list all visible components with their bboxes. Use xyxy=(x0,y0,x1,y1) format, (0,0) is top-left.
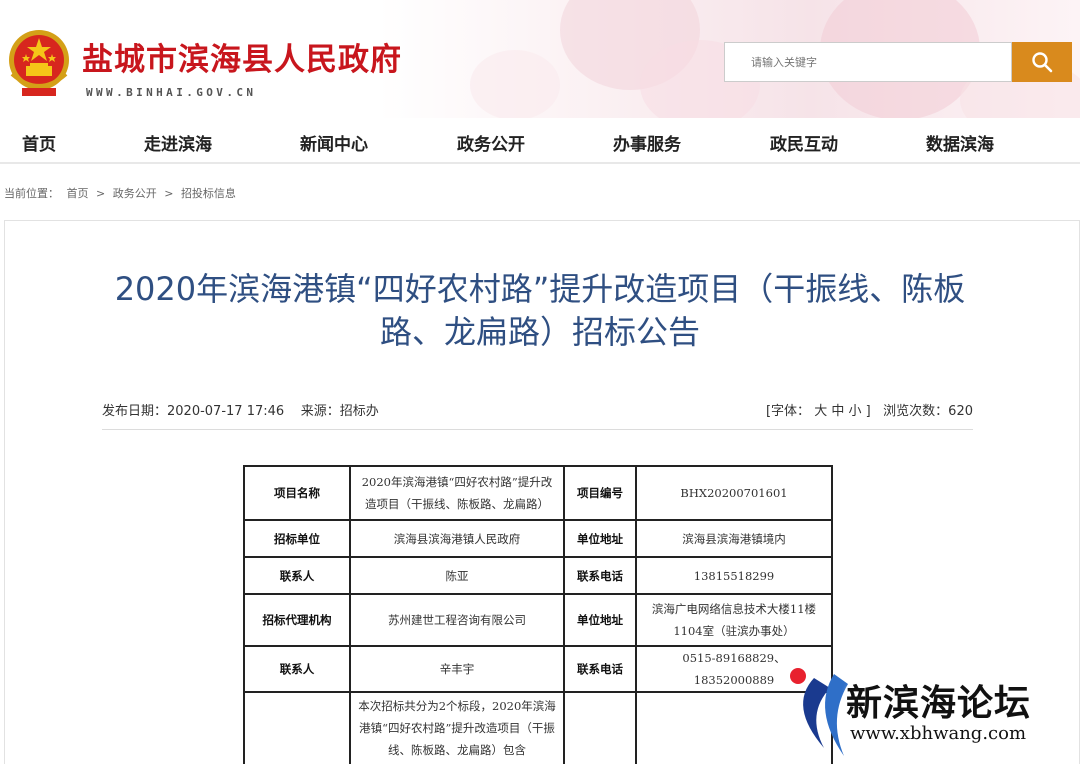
table-cell: BHX20200701601 xyxy=(635,465,833,521)
font-size-close: ] xyxy=(865,404,871,419)
table-cell xyxy=(243,691,351,764)
nav-item-news[interactable]: 新闻中心 xyxy=(300,130,368,155)
table-cell: 联系电话 xyxy=(563,645,637,693)
search-button[interactable] xyxy=(1012,42,1072,82)
national-emblem-icon xyxy=(9,30,69,96)
divider xyxy=(102,429,973,430)
watermark-name: 新滨海论坛 xyxy=(846,683,1032,724)
table-cell: 辛丰宇 xyxy=(349,645,565,693)
article-title: 2020年滨海港镇“四好农村路”提升改造项目（干振线、陈板路、龙扁路）招标公告 xyxy=(114,270,966,351)
views-count: 620 xyxy=(948,404,973,419)
table-row: 招标单位 滨海县滨海港镇人民政府 单位地址 滨海县滨海港镇境内 xyxy=(243,519,833,558)
search-icon xyxy=(1032,52,1053,73)
nav-item-interaction[interactable]: 政民互动 xyxy=(770,130,838,155)
table-cell: 苏州建世工程咨询有限公司 xyxy=(349,593,565,647)
table-cell: 本次招标共分为2个标段，2020年滨海港镇“四好农村路”提升改造项目（干振线、陈… xyxy=(349,691,565,764)
table-cell: 招标代理机构 xyxy=(243,593,351,647)
search-box xyxy=(724,42,1012,82)
nav-item-data[interactable]: 数据滨海 xyxy=(926,130,994,155)
table-cell: 13815518299 xyxy=(635,556,833,595)
nav-item-gov-affairs[interactable]: 政务公开 xyxy=(457,130,525,155)
source-label: 来源： xyxy=(300,404,340,419)
nav-item-about[interactable]: 走进滨海 xyxy=(144,130,212,155)
table-cell: 滨海广电网络信息技术大楼11楼1104室（驻滨办事处） xyxy=(635,593,833,647)
table-cell: 单位地址 xyxy=(563,593,637,647)
article-tools: [字体： 大 中 小 ] 浏览次数：620 xyxy=(766,400,973,419)
article-meta: 发布日期：2020-07-17 17:46 来源：招标办 xyxy=(102,400,379,419)
search-input[interactable] xyxy=(725,43,1011,81)
table-cell: 联系人 xyxy=(243,645,351,693)
breadcrumb: 当前位置： 首页 > 政务公开 > 招投标信息 xyxy=(4,185,240,201)
views-label: 浏览次数： xyxy=(883,404,949,419)
table-cell: 2020年滨海港镇“四好农村路”提升改造项目（干振线、陈板路、龙扁路） xyxy=(349,465,565,521)
table-cell: 滨海县滨海港镇境内 xyxy=(635,519,833,558)
breadcrumb-tender-info[interactable]: 招投标信息 xyxy=(181,187,236,200)
table-cell: 联系人 xyxy=(243,556,351,595)
table-cell: 招标单位 xyxy=(243,519,351,558)
publish-date: 2020-07-17 17:46 xyxy=(167,404,285,419)
site-url: WWW.BINHAI.GOV.CN xyxy=(86,86,257,99)
nav-item-home[interactable]: 首页 xyxy=(22,130,56,155)
font-size-label: [字体： xyxy=(765,404,811,419)
table-cell: 项目名称 xyxy=(243,465,351,521)
font-size-small[interactable]: 小 xyxy=(849,404,862,419)
site-title[interactable]: 盐城市滨海县人民政府 xyxy=(82,34,402,79)
table-row: 本次招标共分为2个标段，2020年滨海港镇“四好农村路”提升改造项目（干振线、陈… xyxy=(243,691,833,764)
table-cell: 单位地址 xyxy=(563,519,637,558)
font-size-large[interactable]: 大 xyxy=(814,404,827,419)
table-row: 项目名称 2020年滨海港镇“四好农村路”提升改造项目（干振线、陈板路、龙扁路）… xyxy=(243,465,833,521)
nav-item-services[interactable]: 办事服务 xyxy=(613,130,681,155)
table-cell xyxy=(563,691,637,764)
source: 招标办 xyxy=(339,404,379,419)
publish-date-label: 发布日期： xyxy=(102,404,168,419)
breadcrumb-separator: > xyxy=(164,187,174,200)
table-cell: 项目编号 xyxy=(563,465,637,521)
breadcrumb-label: 当前位置： xyxy=(4,187,59,200)
table-row: 联系人 辛丰宇 联系电话 0515-89168829、18352000889 xyxy=(243,645,833,693)
breadcrumb-home[interactable]: 首页 xyxy=(67,187,89,200)
tender-info-table: 项目名称 2020年滨海港镇“四好农村路”提升改造项目（干振线、陈板路、龙扁路）… xyxy=(243,465,833,764)
font-size-medium[interactable]: 中 xyxy=(831,404,844,419)
table-cell: 陈亚 xyxy=(349,556,565,595)
breadcrumb-separator: > xyxy=(96,187,106,200)
main-nav: 首页 走进滨海 新闻中心 政务公开 办事服务 政民互动 数据滨海 xyxy=(0,118,1080,164)
breadcrumb-gov-affairs[interactable]: 政务公开 xyxy=(113,187,157,200)
table-cell: 联系电话 xyxy=(563,556,637,595)
table-cell: 滨海县滨海港镇人民政府 xyxy=(349,519,565,558)
table-row: 招标代理机构 苏州建世工程咨询有限公司 单位地址 滨海广电网络信息技术大楼11楼… xyxy=(243,593,833,647)
table-row: 联系人 陈亚 联系电话 13815518299 xyxy=(243,556,833,595)
watermark-url: www.xbhwang.com xyxy=(850,723,1027,744)
site-header: 盐城市滨海县人民政府 WWW.BINHAI.GOV.CN xyxy=(0,0,1080,118)
